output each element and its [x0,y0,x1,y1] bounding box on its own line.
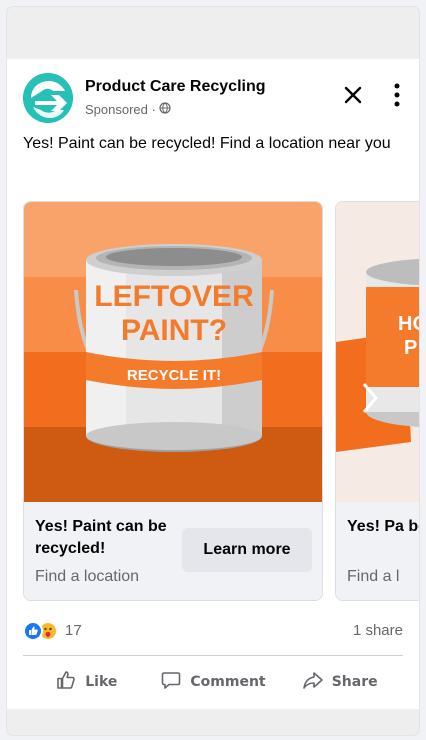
ad-frame: Product Care Recycling Sponsored · Yes! … [7,7,419,735]
share-count[interactable]: 1 share [353,622,403,639]
carousel-card-subtitle: Find a location [35,568,140,585]
share-icon [302,669,324,695]
comment-button[interactable]: Comment [150,662,277,702]
carousel-card-subtitle: Find a l [347,568,400,585]
action-bar: Like Comment Share [23,662,403,702]
comment-label: Comment [190,674,266,690]
thumbs-up-icon [55,669,77,695]
carousel[interactable]: LEFTOVER PAINT? RECYCLE IT! Yes! Paint c… [23,201,419,601]
paint-can-image[interactable]: LEFTOVER PAINT? RECYCLE IT! [24,202,322,502]
reactions-bar: 17 1 share [23,619,403,643]
like-label: Like [85,674,118,690]
image-headline-1: HO [398,313,419,335]
like-reaction-icon [23,621,43,641]
sponsored-text: Sponsored · [85,102,156,117]
like-button[interactable]: Like [23,662,150,702]
page-logo[interactable] [23,73,73,123]
page-name[interactable]: Product Care Recycling [85,78,266,96]
image-headline-2: P [404,337,417,359]
image-headline-2: PAINT? [121,314,227,347]
share-button[interactable]: Share [276,662,403,702]
close-icon[interactable] [337,79,369,111]
learn-more-button[interactable]: Learn more [182,528,312,572]
sponsored-label: Sponsored · [85,102,171,117]
globe-icon [159,102,171,117]
more-vertical-icon[interactable] [385,77,409,113]
post-header: Product Care Recycling Sponsored · [23,73,409,123]
post-caption: Yes! Paint can be recycled! Find a locat… [23,135,391,152]
carousel-card-footer: Yes! Paint can be recycled! Find a locat… [24,502,322,600]
carousel-card[interactable]: LEFTOVER PAINT? RECYCLE IT! Yes! Paint c… [23,201,323,601]
reaction-icons[interactable] [23,621,63,641]
reaction-count[interactable]: 17 [65,622,82,639]
image-band-text: RECYCLE IT! [127,367,221,384]
carousel-card[interactable]: HO P Yes! Pa be recy Find a l [335,201,419,601]
paint-can-image-2[interactable]: HO P [336,202,419,502]
image-headline-1: LEFTOVER [94,280,254,313]
carousel-card-title: Yes! Paint can be recycled! [35,518,167,557]
comment-icon [160,669,182,695]
sponsored-post: Product Care Recycling Sponsored · Yes! … [7,59,419,709]
divider [23,655,403,656]
carousel-card-footer: Yes! Pa be recy Find a l [336,502,419,600]
carousel-card-title: Yes! Pa be recy [347,518,419,535]
share-label: Share [331,674,378,690]
